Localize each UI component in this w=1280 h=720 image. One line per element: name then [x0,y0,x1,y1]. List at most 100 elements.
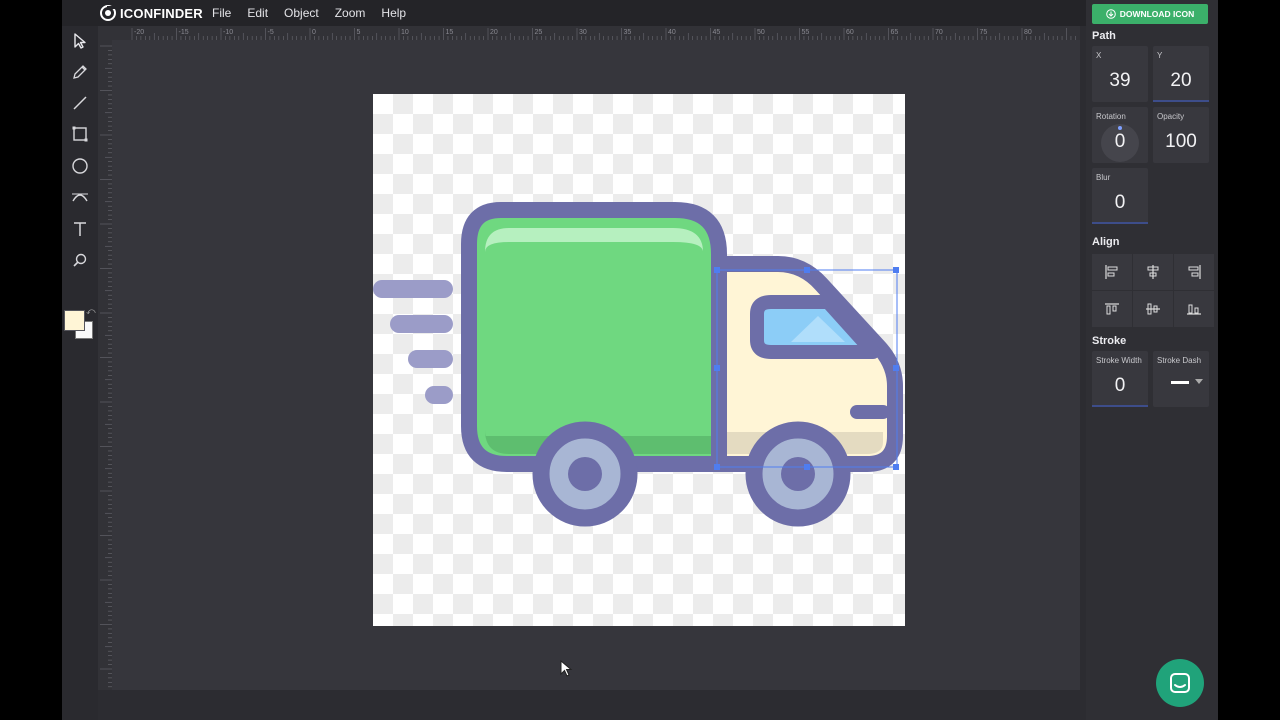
align-bottom-icon [1187,304,1201,315]
stroke-width-field[interactable]: Stroke Width 0 [1092,351,1148,407]
fill-color-swatch[interactable] [64,310,85,331]
blur-field[interactable]: Blur 0 [1092,168,1148,224]
mouse-pointer-icon [560,660,573,677]
stroke-dash-label: Stroke Dash [1157,356,1202,365]
tool-palette: ⤺ [62,26,98,720]
stroke-width-label: Stroke Width [1096,356,1142,365]
solid-line-icon [1171,381,1189,384]
select-tool[interactable] [66,28,94,54]
ruler-label: 75 [980,29,988,36]
ellipse-tool[interactable] [66,153,94,179]
ruler-label: 65 [891,29,899,36]
swap-colors-icon[interactable]: ⤺ [86,306,96,317]
ruler-label: -15 [179,29,189,36]
ruler-label: -10 [223,29,233,36]
ruler-label: 45 [713,29,721,36]
delivery-truck-illustration[interactable] [373,94,905,626]
menu-help[interactable]: Help [381,6,406,20]
selection-handle[interactable] [804,464,810,470]
y-label: Y [1157,51,1163,60]
align-left-icon [1105,265,1118,279]
ruler-label: 80 [1024,29,1032,36]
rotation-value[interactable]: 0 [1092,131,1148,153]
magnifier-icon [73,253,87,267]
menu-file[interactable]: File [212,6,231,20]
ruler-label: 50 [757,29,765,36]
align-middle-icon [1146,303,1160,315]
selection-handle[interactable] [893,365,899,371]
align-left-button[interactable] [1092,254,1132,290]
ruler-label: 20 [490,29,498,36]
selection-handle[interactable] [893,267,899,273]
stroke-width-value[interactable]: 0 [1092,375,1148,397]
front-wheel [532,421,638,527]
ruler-label: -20 [134,29,144,36]
rectangle-tool[interactable] [66,121,94,147]
align-buttons [1092,254,1214,327]
canvas-area[interactable] [112,40,1080,690]
opacity-value[interactable]: 100 [1153,131,1209,153]
ruler-label: 25 [535,29,543,36]
ruler-label: 60 [846,29,854,36]
selection-handle[interactable] [714,267,720,273]
focus-underline [1153,100,1209,102]
ruler-label: 30 [579,29,587,36]
menu-zoom[interactable]: Zoom [335,6,366,20]
stroke-dash-field[interactable]: Stroke Dash [1153,351,1209,407]
ruler-label: 70 [935,29,943,36]
selection-handle[interactable] [714,365,720,371]
speed-lines [373,280,453,404]
artboard[interactable] [373,94,905,626]
ruler-horizontal-ticks: -20 -15 -10 -5 0 5 10 15 20 25 30 35 40 45 50 55 60 65 70 7… [131,28,1076,40]
align-section-title: Align [1092,236,1120,248]
ruler-vertical [98,40,113,690]
text-tool[interactable] [66,216,94,242]
chat-support-button[interactable] [1156,659,1204,707]
main-menu: File Edit Object Zoom Help [212,0,422,26]
blur-value[interactable]: 0 [1092,192,1148,214]
ruler-label: 15 [446,29,454,36]
zoom-tool[interactable] [66,247,94,273]
ruler-label: 35 [624,29,632,36]
align-center-button[interactable] [1133,254,1173,290]
cursor-arrow-icon [74,33,86,49]
rear-wheel [745,421,851,527]
ruler-horizontal: -20 -15 -10 -5 0 5 10 15 20 25 30 35 40 45 50 55 60 65 70 7… [98,26,1080,41]
menu-edit[interactable]: Edit [247,6,268,20]
align-middle-button[interactable] [1133,291,1173,327]
pencil-tool[interactable] [66,59,94,85]
chevron-down-icon[interactable] [1195,379,1203,384]
pencil-icon [73,65,87,79]
rotation-field[interactable]: Rotation 0 [1092,107,1148,163]
focus-underline [1092,222,1148,224]
text-icon [74,222,86,236]
y-field[interactable]: Y 20 [1153,46,1209,102]
circle-icon [72,158,88,174]
ruler-vertical-ticks [100,45,112,688]
align-top-button[interactable] [1092,291,1132,327]
iconfinder-logo[interactable]: ICONFINDER [100,4,203,22]
stroke-section-title: Stroke [1092,335,1127,347]
selection-handle[interactable] [893,464,899,470]
x-field[interactable]: X 39 [1092,46,1148,102]
y-value[interactable]: 20 [1153,70,1209,92]
line-tool[interactable] [66,90,94,116]
align-bottom-button[interactable] [1174,291,1214,327]
focus-underline [1092,405,1148,407]
align-top-icon [1105,303,1119,315]
bezier-curve-icon [72,193,88,202]
bezier-tool[interactable] [66,184,94,210]
x-value[interactable]: 39 [1092,70,1148,92]
selection-handle[interactable] [804,267,810,273]
menu-object[interactable]: Object [284,6,319,20]
opacity-field[interactable]: Opacity 100 [1153,107,1209,163]
menu-bar: ICONFINDER File Edit Object Zoom Help [62,0,1218,26]
blur-label: Blur [1096,173,1111,182]
download-icon-button[interactable]: DOWNLOAD ICON [1092,4,1208,24]
align-right-button[interactable] [1174,254,1214,290]
chat-icon [1170,673,1190,693]
logo-text: ICONFINDER [120,5,203,21]
selection-handle[interactable] [714,464,720,470]
iconfinder-logo-icon [100,5,116,21]
rotation-label: Rotation [1096,112,1126,121]
